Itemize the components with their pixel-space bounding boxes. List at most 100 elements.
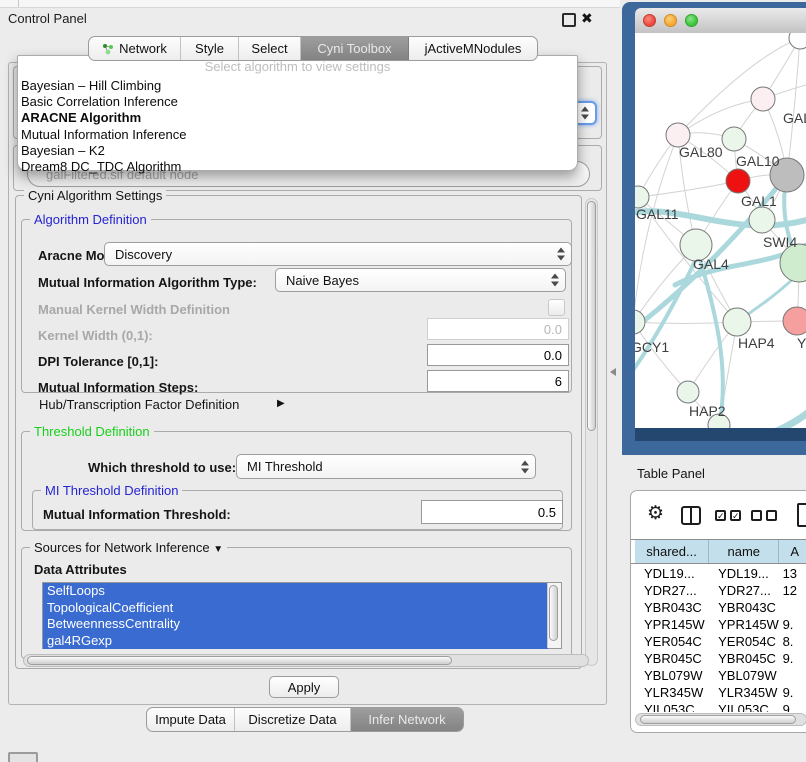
close-traffic-light[interactable] [643, 14, 656, 27]
dropdown-item-selected[interactable]: ARACNE Algorithm [18, 110, 577, 126]
table-cell: YER054C [635, 633, 709, 650]
collapse-down-icon[interactable]: ▼ [213, 544, 223, 555]
toolbar-strip [0, 0, 620, 8]
minimized-panel-icon[interactable] [8, 752, 38, 762]
dropdown-item[interactable]: Bayesian – Hill Climbing [18, 78, 577, 94]
document-icon[interactable] [797, 503, 806, 527]
data-attributes-label: Data Attributes [34, 562, 127, 577]
tab-impute-data[interactable]: Impute Data [147, 708, 235, 731]
table-row[interactable]: YDR27...YDR27...12 [631, 582, 806, 599]
settings-vertical-scrollbar-thumb[interactable] [587, 201, 596, 431]
expand-right-icon[interactable]: ▶ [277, 398, 285, 409]
which-threshold-label: Which threshold to use: [88, 460, 236, 475]
network-node-label: HAP2 [689, 403, 726, 419]
kernel-width-field[interactable]: 0.0 [427, 318, 569, 340]
network-edge [678, 99, 763, 135]
table-cell: YBR045C [635, 650, 709, 667]
mi-threshold-field[interactable]: 0.5 [421, 500, 563, 524]
network-node[interactable] [789, 33, 806, 49]
dropdown-item[interactable]: Dream8 DC_TDC Algorithm [18, 159, 577, 175]
table-horizontal-scrollbar-thumb[interactable] [640, 715, 796, 724]
tab-select[interactable]: Select [239, 37, 301, 60]
deselect-all-checkboxes-icon[interactable] [751, 510, 777, 521]
algorithm-definition-title: Algorithm Definition [30, 212, 151, 227]
table-cell: YDL19... [635, 565, 709, 582]
column-header-name[interactable]: name [709, 540, 779, 563]
tab-infer-network[interactable]: Infer Network [351, 708, 463, 731]
mi-steps-field[interactable]: 6 [427, 370, 569, 392]
tab-jactivemnodules[interactable]: jActiveMNodules [409, 37, 537, 60]
mi-type-label: Mutual Information Algorithm Type: [38, 275, 257, 290]
network-node[interactable] [723, 308, 751, 336]
apply-button[interactable]: Apply [269, 676, 339, 698]
list-item[interactable]: BetweennessCentrality [43, 616, 548, 633]
table-row[interactable]: YER054CYER054C8. [631, 633, 806, 650]
zoom-traffic-light[interactable] [685, 14, 698, 27]
which-threshold-combobox[interactable]: MI Threshold [236, 454, 536, 479]
close-icon[interactable]: ✖ [581, 9, 593, 27]
network-node[interactable] [722, 127, 746, 151]
data-attributes-list[interactable]: SelfLoops TopologicalCoefficient Between… [42, 582, 562, 649]
settings-vertical-scrollbar[interactable] [585, 198, 598, 666]
tab-cyni-toolbox-label: Cyni Toolbox [317, 41, 391, 56]
list-item[interactable]: gal4RGexp [43, 633, 548, 650]
minimize-traffic-light[interactable] [664, 14, 677, 27]
network-node[interactable] [677, 381, 699, 403]
network-node-label: HAP4 [738, 335, 775, 351]
table-row[interactable]: YBL079WYBL079W [631, 667, 806, 684]
table-row[interactable]: YBR043CYBR043C [631, 599, 806, 616]
network-node[interactable] [726, 169, 750, 193]
tab-style-label: Style [195, 41, 224, 56]
hub-section-label: Hub/Transcription Factor Definition [39, 397, 239, 412]
dropdown-item[interactable]: Bayesian – K2 [18, 143, 577, 159]
table-row[interactable]: YPR145WYPR145W9. [631, 616, 806, 633]
network-node[interactable] [749, 207, 775, 233]
settings-group-title: Cyni Algorithm Settings [24, 188, 166, 203]
settings-horizontal-scrollbar[interactable] [23, 654, 589, 667]
attributes-scrollbar-thumb[interactable] [549, 585, 558, 641]
network-node-label: GAL80 [679, 144, 723, 160]
columns-icon[interactable] [681, 506, 701, 525]
table-cell: YIL053C [635, 701, 709, 712]
network-node-label: GCY1 [635, 339, 669, 355]
gear-icon[interactable]: ⚙ [647, 502, 664, 525]
float-window-icon[interactable] [562, 13, 576, 27]
network-node[interactable] [751, 87, 775, 111]
combo-arrows-icon [557, 247, 566, 262]
table-row[interactable]: YLR345WYLR345W9. [631, 684, 806, 701]
manual-kernel-checkbox[interactable] [548, 299, 565, 316]
tab-style[interactable]: Style [181, 37, 239, 60]
combo-arrows-icon [551, 273, 560, 288]
network-node[interactable] [783, 307, 806, 335]
table-panel-title: Table Panel [637, 466, 705, 481]
column-header-clipped[interactable]: A [779, 540, 806, 563]
tab-network[interactable]: Network [89, 37, 181, 60]
screen: Control Panel ✖ Network Style Select Cyn… [0, 0, 806, 762]
table-row[interactable]: YBR045CYBR045C9. [631, 650, 806, 667]
aracne-mode-combobox[interactable]: Discovery [104, 242, 572, 266]
settings-horizontal-scrollbar-thumb[interactable] [27, 656, 452, 665]
panel-resize-handle-icon[interactable] [610, 368, 616, 376]
dropdown-item[interactable]: Basic Correlation Inference [18, 94, 577, 110]
network-node-label: GAL11 [636, 206, 679, 222]
tab-discretize-data[interactable]: Discretize Data [235, 708, 351, 731]
network-window-titlebar[interactable] [635, 8, 806, 34]
dpi-tolerance-field[interactable]: 0.0 [427, 344, 569, 366]
threshold-definition-title: Threshold Definition [30, 424, 154, 439]
mi-type-combobox[interactable]: Naive Bayes [275, 268, 566, 292]
network-canvas[interactable]: GALGAL80GAL10GAL1GAL11SWI4GAL4GCY1HAP4YH… [635, 33, 806, 428]
table-horizontal-scrollbar[interactable] [635, 713, 806, 726]
list-item[interactable]: SelfLoops [43, 583, 548, 600]
network-node[interactable] [635, 310, 645, 334]
select-all-checkboxes-icon[interactable]: ✓ ✓ [715, 510, 741, 521]
dropdown-item[interactable]: Mutual Information Inference [18, 127, 577, 143]
column-header-shared-name[interactable]: shared... [635, 540, 709, 563]
attributes-vertical-scrollbar[interactable] [547, 583, 561, 648]
table-row[interactable]: YDL19...YDL19...13 [631, 565, 806, 582]
list-item[interactable]: TopologicalCoefficient [43, 600, 548, 617]
table-row[interactable]: YIL053CYIL053C9 [631, 701, 806, 712]
table-cell: 8. [780, 633, 806, 650]
tab-cyni-toolbox[interactable]: Cyni Toolbox [301, 37, 409, 60]
network-edge [678, 38, 800, 135]
algorithm-dropdown: Select algorithm to view settings Bayesi… [17, 55, 578, 171]
